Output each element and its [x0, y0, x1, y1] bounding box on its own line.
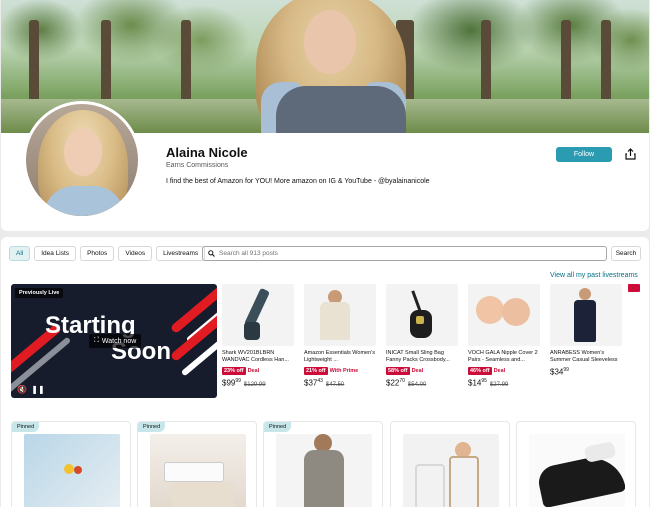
livestream-tile[interactable]: Previously Live Starting Soon ⛶ Watch no… — [11, 284, 217, 398]
watch-now-button[interactable]: ⛶ Watch now — [89, 334, 142, 348]
product-title: ANRABESS Women's Summer Casual Sleeveles… — [550, 350, 618, 363]
pinned-post[interactable]: Pinned — [11, 421, 131, 507]
discount-badge: 58% off — [386, 367, 410, 375]
product-card-partial[interactable] — [628, 284, 640, 398]
list-price: $47.50 — [325, 381, 345, 388]
product-price: $1495 — [468, 378, 487, 388]
share-button[interactable] — [623, 147, 637, 161]
filter-all[interactable]: All — [9, 246, 31, 261]
product-price: $2270 — [386, 378, 405, 388]
search-icon — [208, 250, 215, 257]
filter-chips: All Idea Lists Photos Videos Livestreams — [9, 246, 206, 261]
product-card[interactable]: Amazon Essentials Women's Lightweight ..… — [304, 284, 376, 388]
discount-badge: 23% off — [222, 367, 246, 375]
product-title: Shark WV201BLBRN WANDVAC Cordless Han... — [222, 350, 289, 363]
profile-subtitle: Earns Commissions — [166, 162, 229, 169]
product-image — [304, 284, 376, 346]
expand-icon: ⛶ — [94, 337, 99, 344]
product-card[interactable]: VOCH GALA Nipple Cover 2 Pairs - Seamles… — [468, 284, 540, 388]
pinned-post[interactable]: Pinned — [263, 421, 383, 507]
follow-button[interactable]: Follow — [556, 147, 612, 162]
pinned-post[interactable]: Pinned — [137, 421, 257, 507]
post-tile[interactable] — [516, 421, 636, 507]
product-price: $3499 — [550, 367, 569, 377]
search-input[interactable]: Search all 913 posts — [202, 246, 607, 261]
list-price: $54.00 — [407, 381, 427, 388]
profile-bio: I find the best of Amazon for YOU! More … — [166, 178, 430, 185]
filter-livestreams[interactable]: Livestreams — [156, 246, 206, 261]
price-cents: 99 — [235, 378, 241, 384]
price-dollars: $99 — [222, 378, 236, 388]
mute-icon[interactable]: 🔇 — [17, 384, 27, 394]
search-button[interactable]: Search — [611, 246, 641, 261]
share-icon — [624, 148, 636, 160]
discount-badge: 21% off — [304, 367, 328, 375]
product-image — [550, 284, 622, 346]
list-price: $27.99 — [489, 381, 509, 388]
discount-badge: 46% off — [468, 367, 492, 375]
deal-tag: Deal — [411, 368, 424, 374]
list-price: $129.99 — [243, 381, 266, 388]
profile-name: Alaina Nicole — [166, 145, 248, 160]
product-image — [468, 284, 540, 346]
post-tile[interactable] — [390, 421, 510, 507]
pinned-badge: Pinned — [12, 422, 40, 432]
product-title: INICAT Small Sling Bag Fanny Packs Cross… — [386, 350, 450, 363]
previously-live-badge: Previously Live — [15, 288, 64, 298]
product-price: $3743 — [304, 378, 323, 388]
product-title: VOCH GALA Nipple Cover 2 Pairs - Seamles… — [468, 350, 538, 363]
filter-videos[interactable]: Videos — [118, 246, 153, 261]
price-dollars: $14 — [468, 378, 482, 388]
price-cents: 95 — [481, 378, 487, 384]
price-cents: 70 — [399, 378, 405, 384]
search-placeholder: Search all 913 posts — [219, 250, 278, 257]
product-card[interactable]: ANRABESS Women's Summer Casual Sleeveles… — [550, 284, 622, 377]
price-dollars: $22 — [386, 378, 400, 388]
price-dollars: $37 — [304, 378, 318, 388]
price-cents: 99 — [563, 367, 569, 373]
profile-header: Alaina Nicole Earns Commissions I find t… — [1, 0, 649, 231]
price-cents: 43 — [317, 378, 323, 384]
deal-tag: With Prime — [329, 368, 359, 374]
product-image — [386, 284, 458, 346]
avatar — [23, 101, 141, 219]
filter-photos[interactable]: Photos — [80, 246, 115, 261]
pinned-badge: Pinned — [264, 422, 292, 432]
product-title: Amazon Essentials Women's Lightweight ..… — [304, 350, 375, 363]
product-image — [222, 284, 294, 346]
product-card[interactable]: Shark WV201BLBRN WANDVAC Cordless Han...… — [222, 284, 294, 388]
pinned-badge: Pinned — [138, 422, 166, 432]
posts-panel: All Idea Lists Photos Videos Livestreams… — [1, 237, 649, 507]
product-card[interactable]: INICAT Small Sling Bag Fanny Packs Cross… — [386, 284, 458, 388]
filter-idea-lists[interactable]: Idea Lists — [34, 246, 77, 261]
price-dollars: $34 — [550, 367, 564, 377]
pause-icon[interactable]: ❚❚ — [31, 384, 44, 394]
deal-tag: Deal — [247, 368, 260, 374]
product-price: $9999 — [222, 378, 241, 388]
past-livestreams-link[interactable]: View all my past livestreams — [550, 272, 638, 279]
deal-tag: Deal — [493, 368, 506, 374]
watch-now-label: Watch now — [101, 337, 137, 345]
